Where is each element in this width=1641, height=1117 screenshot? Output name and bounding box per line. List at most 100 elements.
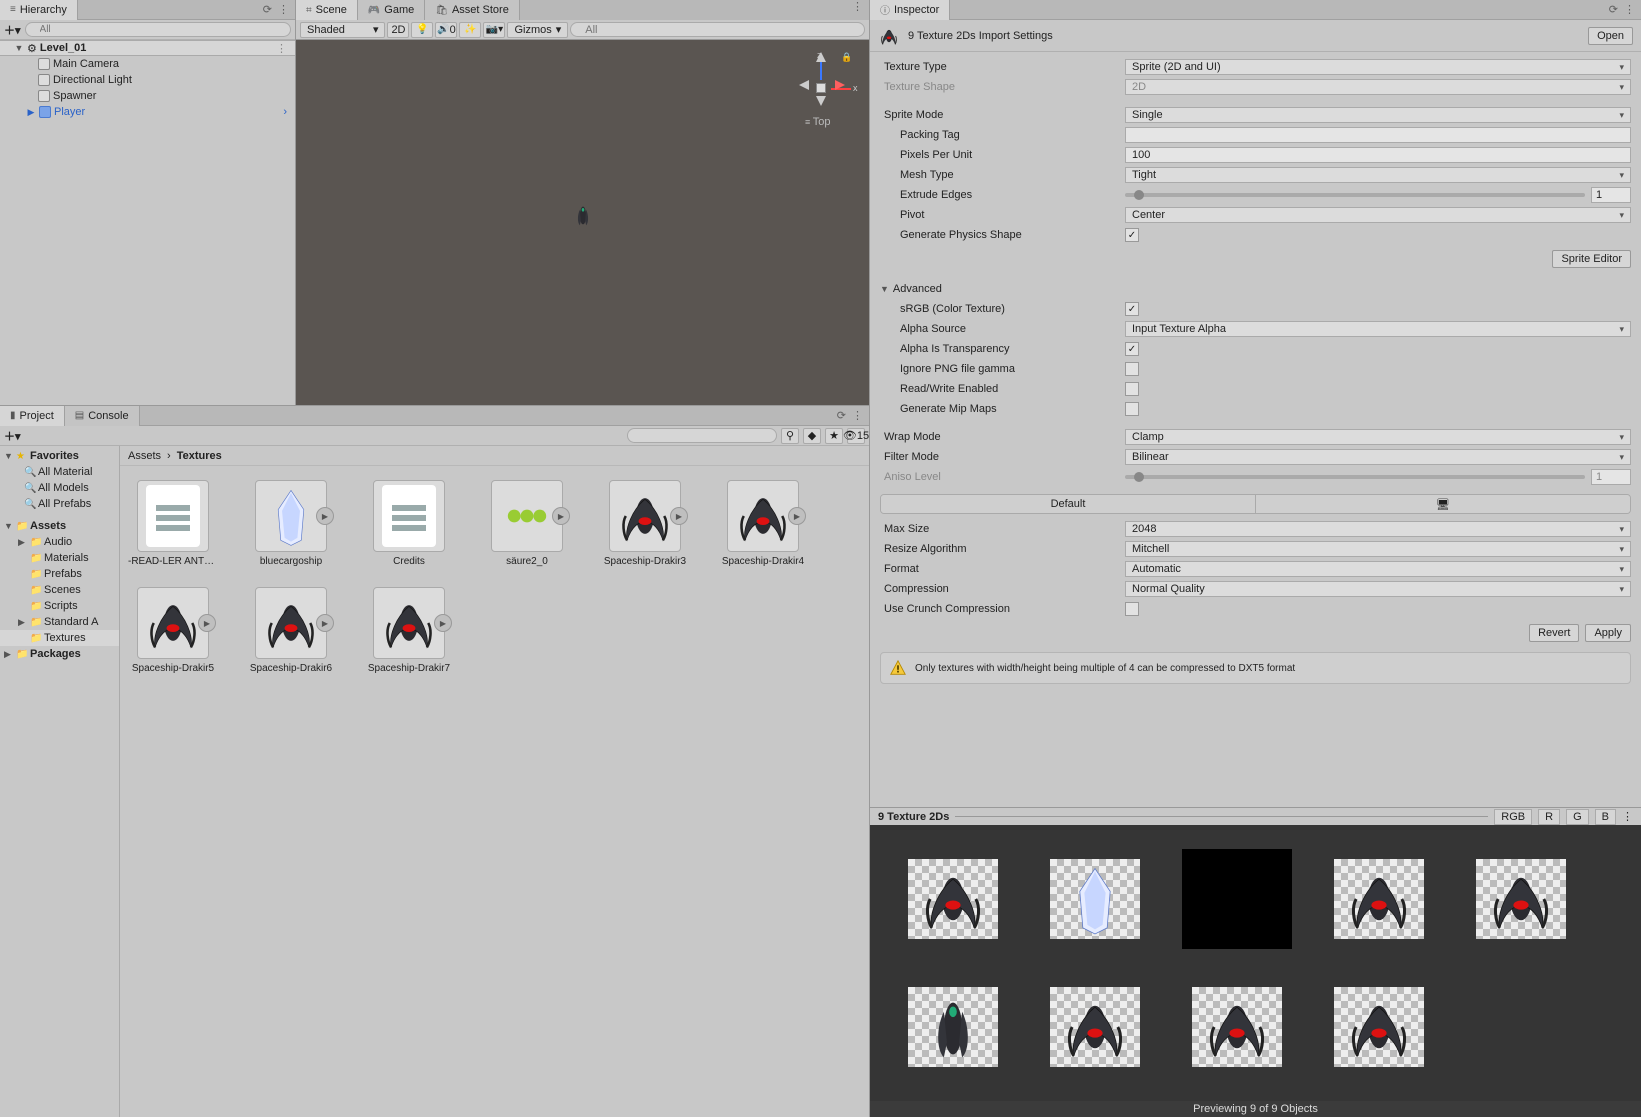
apply-button[interactable]: Apply: [1585, 624, 1631, 642]
go-spawner[interactable]: Spawner: [0, 88, 295, 104]
preview-item[interactable]: [898, 977, 1008, 1077]
favorites-header[interactable]: ▼★Favorites: [0, 448, 119, 464]
asset-item[interactable]: ▶bluecargoship: [246, 480, 336, 567]
tab-inspector[interactable]: ⓘInspector: [870, 0, 950, 20]
shading-dropdown[interactable]: Shaded▾: [300, 22, 385, 38]
go-main-camera[interactable]: Main Camera: [0, 56, 295, 72]
folder-audio[interactable]: ▶📁Audio: [0, 534, 119, 550]
filter-mode-dropdown[interactable]: Bilinear: [1125, 449, 1631, 465]
panel-menu-icon[interactable]: ⋮: [1622, 810, 1633, 823]
breadcrumb-part[interactable]: Assets: [128, 450, 161, 462]
preview-item[interactable]: [1182, 977, 1292, 1077]
sprite-mode-dropdown[interactable]: Single: [1125, 107, 1631, 123]
prefab-open-icon[interactable]: ›: [283, 106, 295, 118]
panel-menu-icon[interactable]: ⋮: [278, 3, 289, 16]
alpha-source-dropdown[interactable]: Input Texture Alpha: [1125, 321, 1631, 337]
folder-materials[interactable]: 📁Materials: [0, 550, 119, 566]
preview-item[interactable]: [1040, 849, 1150, 949]
ppu-input[interactable]: 100: [1125, 147, 1631, 163]
wrap-mode-dropdown[interactable]: Clamp: [1125, 429, 1631, 445]
crunch-checkbox[interactable]: [1125, 602, 1139, 616]
project-search[interactable]: [627, 428, 777, 443]
tab-hierarchy[interactable]: ≡ Hierarchy: [0, 0, 78, 20]
expand-icon[interactable]: ▶: [434, 614, 452, 632]
asset-item[interactable]: ▶Spaceship-Drakir5: [128, 587, 218, 674]
open-button[interactable]: Open: [1588, 27, 1633, 45]
scene-row[interactable]: ▼ ⚙ Level_01 ⋮: [0, 40, 295, 56]
fx-toggle[interactable]: ✨: [459, 22, 481, 38]
asset-item[interactable]: ▶Spaceship-Drakir7: [364, 587, 454, 674]
gizmos-dropdown[interactable]: Gizmos▾: [507, 22, 568, 38]
camera-toggle[interactable]: 📷▾: [483, 22, 505, 38]
go-player[interactable]: ▶Player›: [0, 104, 295, 120]
mesh-type-dropdown[interactable]: Tight: [1125, 167, 1631, 183]
scene-menu-icon[interactable]: ⋮: [276, 42, 295, 55]
scene-search[interactable]: [570, 22, 865, 37]
compression-dropdown[interactable]: Normal Quality: [1125, 581, 1631, 597]
lighting-toggle[interactable]: 💡: [411, 22, 433, 38]
go-directional-light[interactable]: Directional Light: [0, 72, 295, 88]
panel-lock-icon[interactable]: ⟳: [837, 409, 846, 422]
panel-menu-icon[interactable]: ⋮: [1624, 3, 1635, 16]
tab-game[interactable]: 🎮Game: [358, 0, 425, 20]
expand-icon[interactable]: ▶: [788, 507, 806, 525]
save-search[interactable]: ★: [825, 428, 843, 444]
asset-item[interactable]: Credits: [364, 480, 454, 567]
expand-icon[interactable]: ▶: [552, 507, 570, 525]
packing-tag-input[interactable]: [1125, 127, 1631, 143]
channel-b[interactable]: B: [1595, 809, 1616, 825]
hidden-toggle[interactable]: 👁15: [847, 428, 865, 444]
advanced-foldout[interactable]: ▼Advanced: [880, 280, 1631, 298]
scene-viewport[interactable]: z x ≡ Top 🔒: [296, 40, 869, 405]
texture-type-dropdown[interactable]: Sprite (2D and UI): [1125, 59, 1631, 75]
ignore-png-checkbox[interactable]: [1125, 362, 1139, 376]
panel-menu-icon[interactable]: ⋮: [852, 0, 863, 20]
tab-asset-store[interactable]: 🛍Asset Store: [425, 0, 520, 20]
preview-item[interactable]: [1324, 849, 1434, 949]
fav-all-material[interactable]: 🔍All Material: [0, 464, 119, 480]
expand-icon[interactable]: ▶: [316, 614, 334, 632]
audio-toggle[interactable]: 🔊0: [435, 22, 457, 38]
search-by-type[interactable]: ⚲: [781, 428, 799, 444]
folder-scenes[interactable]: 📁Scenes: [0, 582, 119, 598]
alpha-trans-checkbox[interactable]: ✓: [1125, 342, 1139, 356]
folder-prefabs[interactable]: 📁Prefabs: [0, 566, 119, 582]
extrude-value[interactable]: 1: [1591, 187, 1631, 203]
pivot-dropdown[interactable]: Center: [1125, 207, 1631, 223]
breadcrumb-part[interactable]: Textures: [177, 450, 222, 462]
gen-physics-checkbox[interactable]: ✓: [1125, 228, 1139, 242]
preview-item[interactable]: [1466, 849, 1576, 949]
packages-root[interactable]: ▶📁Packages: [0, 646, 119, 662]
asset-item[interactable]: ▶Spaceship-Drakir6: [246, 587, 336, 674]
tab-scene[interactable]: ⌗Scene: [296, 0, 358, 20]
platform-standalone[interactable]: 🖥: [1255, 495, 1630, 513]
add-button[interactable]: ＋▾: [4, 22, 21, 38]
tab-project[interactable]: ▮Project: [0, 406, 65, 426]
channel-rgb[interactable]: RGB: [1494, 809, 1532, 825]
add-button[interactable]: ＋▾: [4, 428, 21, 444]
orientation-gizmo[interactable]: z x ≡ Top 🔒: [791, 58, 851, 138]
preview-item[interactable]: [898, 849, 1008, 949]
asset-item[interactable]: ▶Spaceship-Drakir4: [718, 480, 808, 567]
sprite-editor-button[interactable]: Sprite Editor: [1552, 250, 1631, 268]
folder-standard a[interactable]: ▶📁Standard A: [0, 614, 119, 630]
preview-item[interactable]: [1182, 849, 1292, 949]
resize-algo-dropdown[interactable]: Mitchell: [1125, 541, 1631, 557]
rw-checkbox[interactable]: [1125, 382, 1139, 396]
search-by-label[interactable]: ◆: [803, 428, 821, 444]
folder-textures[interactable]: 📁Textures: [0, 630, 119, 646]
foldout-icon[interactable]: ▼: [14, 43, 24, 53]
expand-icon[interactable]: ▶: [198, 614, 216, 632]
panel-lock-icon[interactable]: ⟳: [1609, 3, 1618, 16]
expand-icon[interactable]: ▶: [316, 507, 334, 525]
max-size-dropdown[interactable]: 2048: [1125, 521, 1631, 537]
preview-item[interactable]: [1324, 977, 1434, 1077]
format-dropdown[interactable]: Automatic: [1125, 561, 1631, 577]
panel-lock-icon[interactable]: ⟳: [263, 3, 272, 16]
asset-item[interactable]: ▶säure2_0: [482, 480, 572, 567]
platform-default[interactable]: Default: [881, 495, 1255, 513]
revert-button[interactable]: Revert: [1529, 624, 1579, 642]
mipmaps-checkbox[interactable]: [1125, 402, 1139, 416]
preview-item[interactable]: [1040, 977, 1150, 1077]
assets-root[interactable]: ▼📁Assets: [0, 518, 119, 534]
